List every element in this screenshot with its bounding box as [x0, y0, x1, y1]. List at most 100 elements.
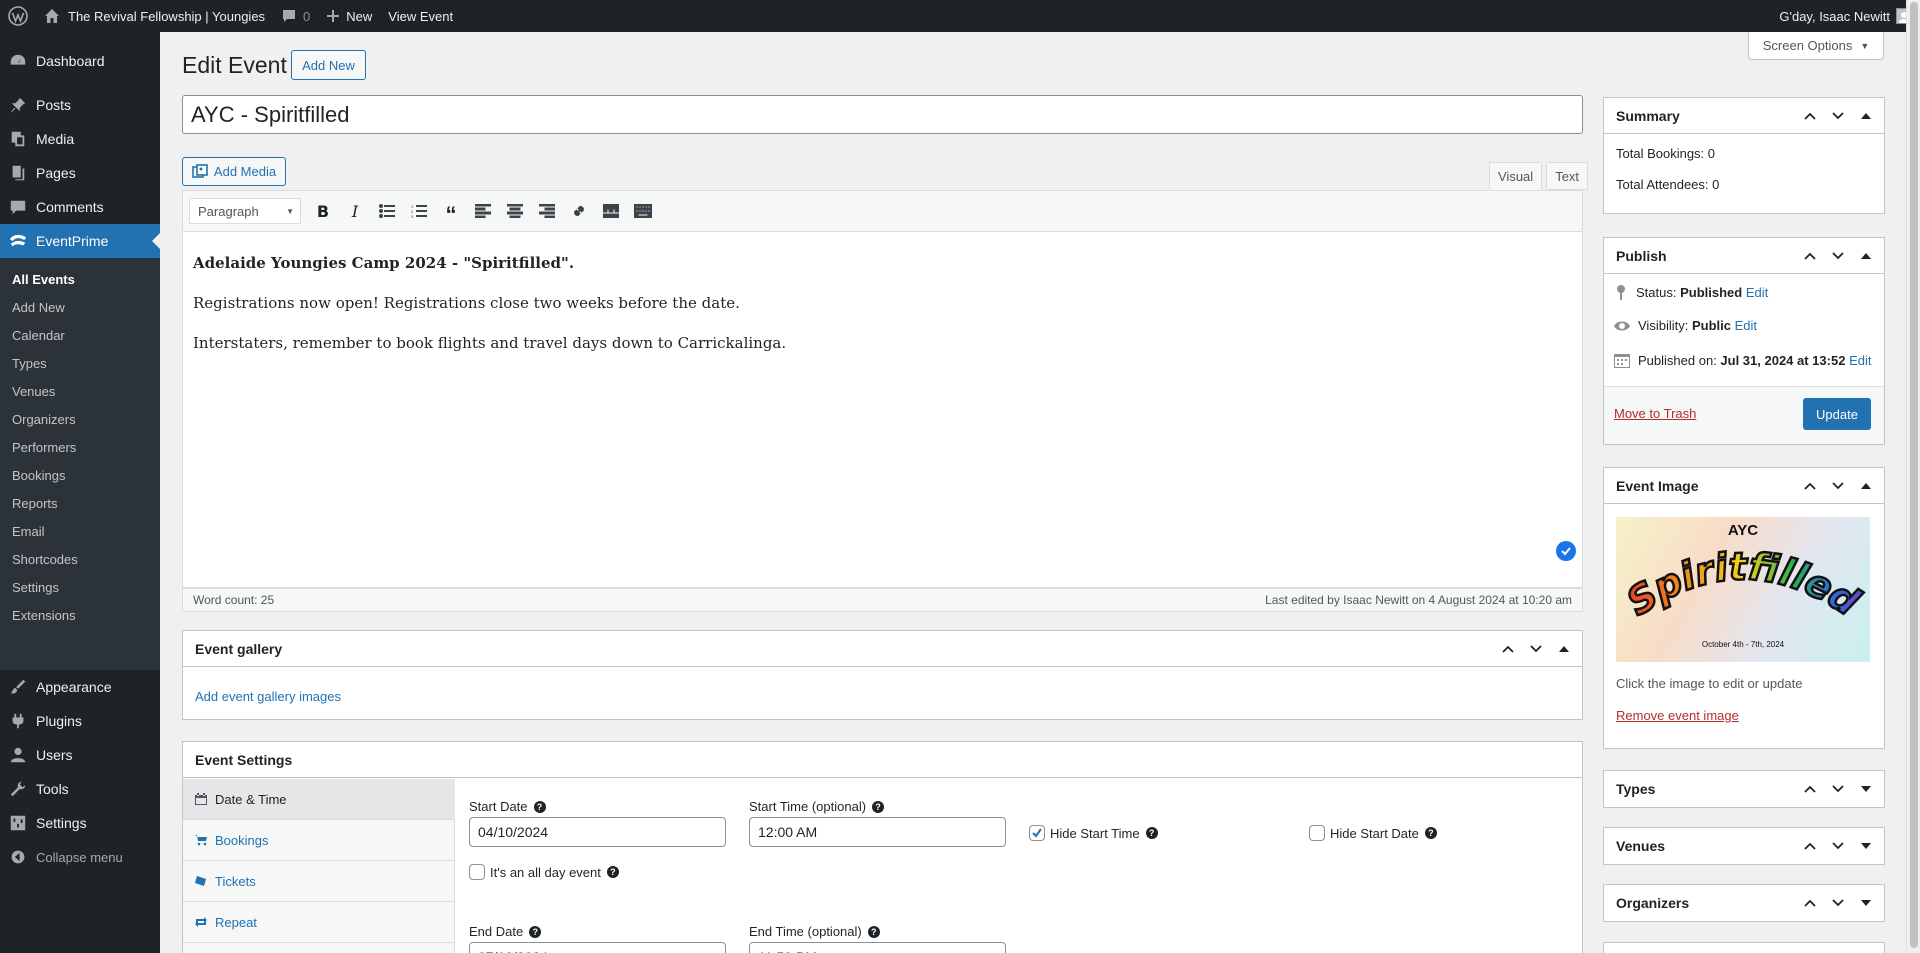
hide-start-time-option[interactable]: Hide Start Time? — [1029, 825, 1158, 841]
scrollbar-thumb[interactable] — [1910, 2, 1918, 948]
grammar-check-icon[interactable] — [1556, 541, 1576, 561]
move-down-icon[interactable] — [1824, 238, 1852, 274]
submenu-calendar[interactable]: Calendar — [12, 328, 65, 343]
summary-header[interactable]: Summary — [1604, 98, 1884, 134]
organizers-header[interactable]: Organizers — [1604, 885, 1884, 921]
submenu-add-new[interactable]: Add New — [12, 300, 65, 315]
event-gallery-header[interactable]: Event gallery — [183, 631, 1582, 667]
submenu-all-events[interactable]: All Events — [12, 272, 75, 287]
tab-tickets[interactable]: Tickets — [183, 861, 455, 902]
menu-posts[interactable]: Posts — [0, 88, 160, 122]
move-up-icon[interactable] — [1796, 468, 1824, 504]
tab-text[interactable]: Text — [1546, 162, 1589, 190]
help-icon[interactable]: ? — [872, 800, 885, 813]
move-down-icon[interactable] — [1824, 771, 1852, 807]
hide-start-time-checkbox[interactable] — [1029, 825, 1045, 841]
submenu-extensions[interactable]: Extensions — [12, 608, 76, 623]
end-time-input[interactable] — [749, 942, 1006, 953]
collapse-toggle-icon[interactable] — [1852, 468, 1880, 504]
menu-users[interactable]: Users — [0, 738, 160, 772]
edit-visibility-link[interactable]: Edit — [1735, 318, 1757, 333]
new-content-link[interactable]: New — [318, 0, 380, 32]
view-event-link[interactable]: View Event — [380, 0, 461, 32]
align-right-button[interactable] — [531, 196, 563, 226]
submenu-bookings[interactable]: Bookings — [12, 468, 65, 483]
my-account[interactable]: G'day, Isaac Newitt — [1779, 8, 1920, 24]
event-image-header[interactable]: Event Image — [1604, 468, 1884, 504]
edit-status-link[interactable]: Edit — [1746, 285, 1768, 300]
add-gallery-images-link[interactable]: Add event gallery images — [195, 689, 341, 704]
hide-start-date-checkbox[interactable] — [1309, 825, 1325, 841]
venues-header[interactable]: Venues — [1604, 828, 1884, 864]
align-left-button[interactable] — [467, 196, 499, 226]
all-day-option[interactable]: It's an all day event? — [469, 864, 619, 880]
menu-media[interactable]: Media — [0, 122, 160, 156]
move-down-icon[interactable] — [1824, 885, 1852, 921]
add-new-button[interactable]: Add New — [291, 50, 366, 80]
move-down-icon[interactable] — [1824, 828, 1852, 864]
comments-link[interactable]: 0 — [273, 0, 318, 32]
help-icon[interactable]: ? — [1145, 827, 1158, 839]
remove-image-link[interactable]: Remove event image — [1616, 708, 1739, 723]
move-up-icon[interactable] — [1796, 238, 1824, 274]
move-down-icon[interactable] — [1824, 98, 1852, 134]
edit-date-link[interactable]: Edit — [1849, 353, 1871, 368]
move-down-icon[interactable] — [1824, 468, 1852, 504]
collapse-toggle-icon[interactable] — [1852, 98, 1880, 134]
submenu-email[interactable]: Email — [12, 524, 45, 539]
move-up-icon[interactable] — [1796, 828, 1824, 864]
publish-header[interactable]: Publish — [1604, 238, 1884, 274]
numbered-list-button[interactable]: 123 — [403, 196, 435, 226]
menu-tools[interactable]: Tools — [0, 772, 160, 806]
tab-date-time[interactable]: Date & Time — [183, 779, 455, 820]
editor-content-area[interactable]: Adelaide Youngies Camp 2024 - "Spiritfil… — [182, 232, 1583, 588]
types-header[interactable]: Types — [1604, 771, 1884, 807]
update-button[interactable]: Update — [1803, 398, 1871, 430]
move-up-icon[interactable] — [1796, 98, 1824, 134]
wordpress-logo-icon[interactable] — [0, 0, 36, 32]
submenu-venues[interactable]: Venues — [12, 384, 55, 399]
tab-visual[interactable]: Visual — [1489, 162, 1543, 190]
help-icon[interactable]: ? — [529, 925, 542, 938]
bullet-list-button[interactable] — [371, 196, 403, 226]
help-icon[interactable]: ? — [1424, 827, 1437, 839]
help-icon[interactable]: ? — [606, 866, 619, 878]
menu-pages[interactable]: Pages — [0, 156, 160, 190]
page-scrollbar[interactable] — [1906, 0, 1920, 953]
help-icon[interactable]: ? — [533, 800, 546, 813]
all-day-checkbox[interactable] — [469, 864, 485, 880]
insert-link-button[interactable] — [563, 196, 595, 226]
menu-eventprime[interactable]: EventPrime — [0, 224, 160, 258]
submenu-performers[interactable]: Performers — [12, 440, 76, 455]
collapse-toggle-icon[interactable] — [1852, 238, 1880, 274]
submenu-shortcodes[interactable]: Shortcodes — [12, 552, 78, 567]
menu-settings[interactable]: Settings — [0, 806, 160, 840]
italic-button[interactable]: I — [339, 196, 371, 226]
menu-comments[interactable]: Comments — [0, 190, 160, 224]
submenu-settings[interactable]: Settings — [12, 580, 59, 595]
tab-repeat[interactable]: Repeat — [183, 902, 455, 943]
add-media-button[interactable]: Add Media — [182, 157, 286, 186]
post-title-input[interactable] — [182, 95, 1583, 134]
move-up-icon[interactable] — [1494, 631, 1522, 667]
move-to-trash-link[interactable]: Move to Trash — [1614, 406, 1696, 421]
expand-toggle-icon[interactable] — [1852, 885, 1880, 921]
menu-appearance[interactable]: Appearance — [0, 670, 160, 704]
submenu-organizers[interactable]: Organizers — [12, 412, 76, 427]
menu-plugins[interactable]: Plugins — [0, 704, 160, 738]
end-date-input[interactable] — [469, 942, 726, 953]
submenu-types[interactable]: Types — [12, 356, 47, 371]
help-icon[interactable]: ? — [867, 925, 880, 938]
align-center-button[interactable] — [499, 196, 531, 226]
expand-toggle-icon[interactable] — [1852, 771, 1880, 807]
toolbar-toggle-button[interactable] — [627, 196, 659, 226]
tab-bookings[interactable]: Bookings — [183, 820, 455, 861]
hide-start-date-option[interactable]: Hide Start Date? — [1309, 825, 1437, 841]
menu-dashboard[interactable]: Dashboard — [0, 44, 160, 78]
blockquote-button[interactable]: “ — [435, 196, 467, 226]
collapse-menu-button[interactable]: Collapse menu — [0, 840, 160, 874]
site-name-link[interactable]: The Revival Fellowship | Youngies — [36, 0, 273, 32]
screen-options-button[interactable]: Screen Options ▼ — [1748, 32, 1884, 60]
submenu-reports[interactable]: Reports — [12, 496, 58, 511]
format-select[interactable]: Paragraph ▼ — [189, 198, 301, 224]
